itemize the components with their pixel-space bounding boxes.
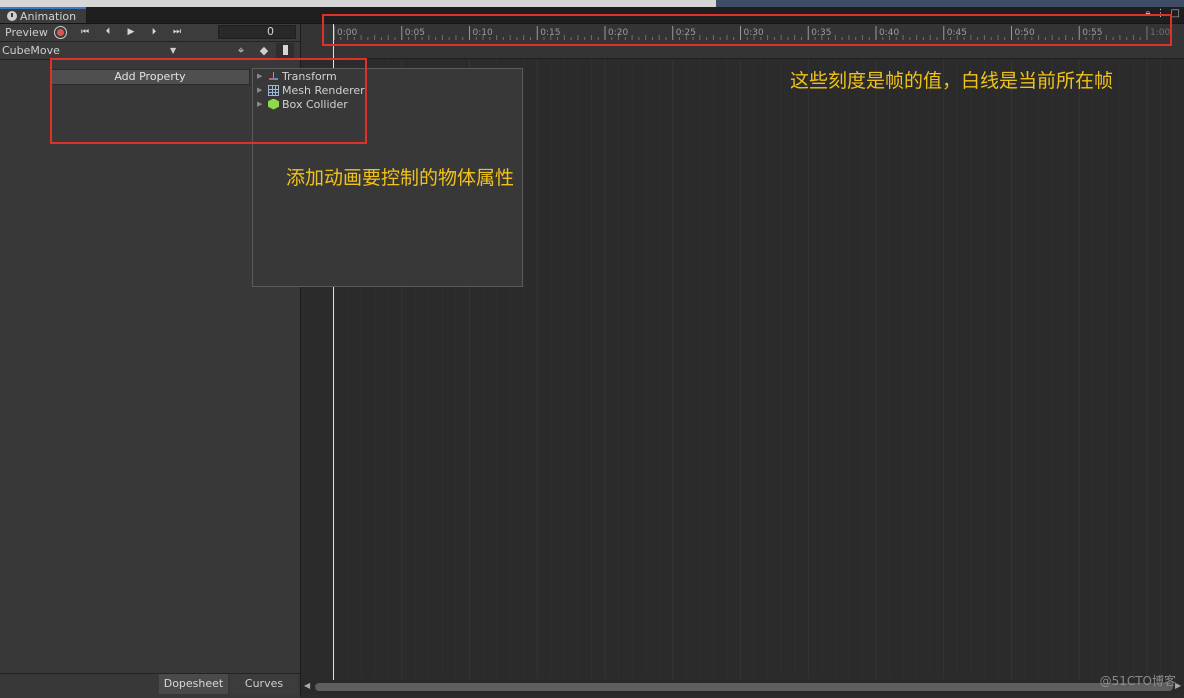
scrollbar-thumb[interactable]: [315, 683, 1173, 691]
frame-field[interactable]: 0: [218, 25, 296, 39]
top-background-right: [716, 0, 1184, 7]
record-button[interactable]: [54, 26, 67, 39]
play-button[interactable]: ▶: [120, 25, 140, 40]
add-event-button[interactable]: [276, 43, 294, 58]
previous-keyframe-button[interactable]: ⏴: [97, 25, 117, 40]
tab-label: Animation: [20, 9, 77, 23]
annotation-box-ruler: [322, 14, 1172, 46]
chevron-down-icon: ▼: [170, 46, 177, 55]
tab-dopesheet[interactable]: Dopesheet: [159, 674, 228, 694]
last-keyframe-button[interactable]: ⏭: [166, 25, 186, 40]
animation-clock-icon: [7, 11, 17, 21]
tab-animation[interactable]: Animation: [0, 7, 86, 23]
clip-dropdown[interactable]: CubeMove: [2, 42, 180, 59]
preview-button[interactable]: Preview: [2, 24, 51, 41]
scroll-left-icon[interactable]: ◀: [304, 681, 310, 690]
annotation-ruler-note: 这些刻度是帧的值，白线是当前所在帧: [790, 70, 1114, 92]
next-keyframe-button[interactable]: ⏵: [143, 25, 163, 40]
top-background-left: [0, 0, 716, 7]
filter-by-selection-button[interactable]: ⌖: [230, 42, 252, 59]
add-keyframe-button[interactable]: ◆: [253, 42, 275, 59]
watermark: @51CTO博客: [1099, 674, 1176, 688]
annotation-box-add-property: [50, 58, 367, 144]
first-keyframe-button[interactable]: ⏮: [74, 25, 94, 40]
tab-curves[interactable]: Curves: [230, 674, 298, 694]
annotation-property-note: 添加动画要控制的物体属性: [286, 167, 515, 189]
